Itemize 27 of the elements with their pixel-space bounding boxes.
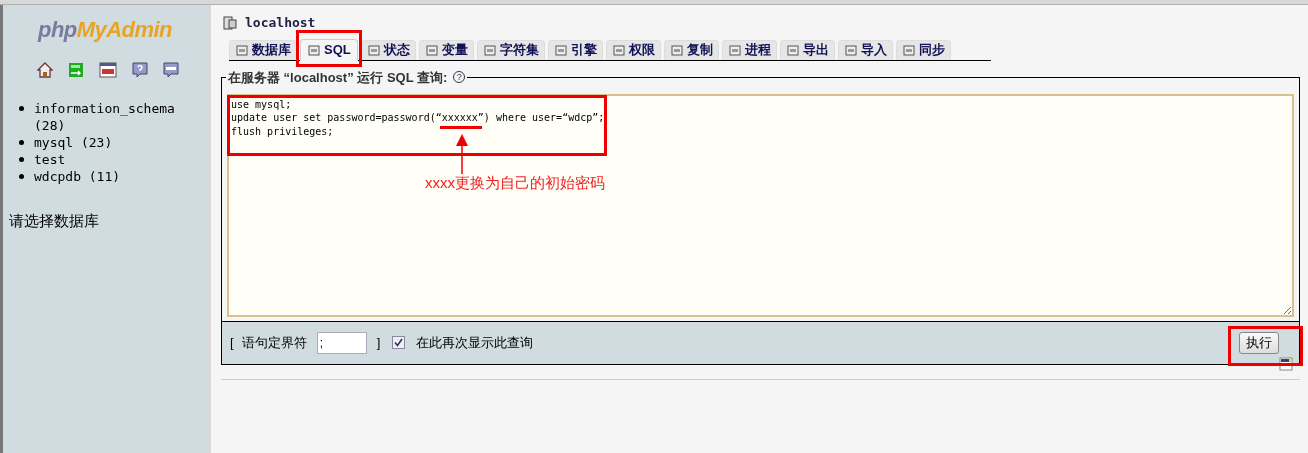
tab[interactable]: SQL xyxy=(300,38,358,61)
tab[interactable]: 导入 xyxy=(837,39,893,60)
delimiter-label: 语句定界符 xyxy=(241,333,307,352)
logo: phpMyAdmin xyxy=(38,16,172,44)
bracket-text: [ xyxy=(230,333,234,352)
delimiter-field[interactable]: ; xyxy=(316,331,367,354)
tab[interactable]: 复制 xyxy=(663,39,719,60)
tab[interactable]: 同步 xyxy=(895,39,951,60)
show-query-label: 在此再次显示此查询 xyxy=(416,333,534,352)
query-legend: 在服务器 “localhost” 运行 SQL 查询: xyxy=(228,67,448,87)
tab[interactable]: 进程 xyxy=(721,39,777,60)
bracket-text: ] xyxy=(376,333,381,352)
execute-button[interactable]: 执行 xyxy=(1239,331,1279,354)
tab[interactable]: 变量 xyxy=(418,39,474,60)
select-database-text: 请选择数据库 xyxy=(9,211,99,231)
database-link[interactable]: mysql (23) xyxy=(34,134,184,151)
tab[interactable]: 引擎 xyxy=(547,39,603,60)
tab[interactable]: 导出 xyxy=(779,39,835,60)
database-link[interactable]: information_schema (28) xyxy=(34,100,184,134)
database-link[interactable]: test xyxy=(34,151,184,168)
tab[interactable]: 权限 xyxy=(605,39,661,60)
tab[interactable]: 数据库 xyxy=(229,39,297,60)
tab[interactable]: 字符集 xyxy=(476,39,545,60)
database-link[interactable]: wdcpdb (11) xyxy=(34,168,184,185)
server-link[interactable]: localhost xyxy=(245,13,316,33)
annotation-text: xxxx更换为自己的初始密码 xyxy=(425,173,605,193)
tab[interactable]: 状态 xyxy=(360,39,416,60)
